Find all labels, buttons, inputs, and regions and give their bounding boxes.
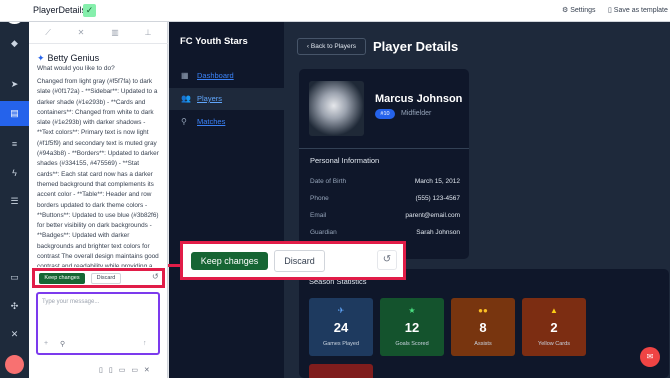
player-position: Midfielder [401,110,432,117]
grid-icon: ▦ [181,71,189,80]
file-icon[interactable]: ▤ [7,106,22,121]
team-icon: ●● [478,306,488,315]
stat-card-assists: ●● 8 Assists [451,298,515,356]
nav-label: Matches [197,117,226,126]
info-key: Date of Birth [310,178,347,185]
change-actions-callout: Keep changes Discard ↺ [180,241,406,280]
stat-label: Assists [474,341,492,347]
whistle-icon: ⚲ [181,117,187,126]
chat-tabs: ⟋ ✕ ▥ ⊥ [29,22,168,44]
add-icon[interactable]: + [44,340,48,347]
nav-matches[interactable]: ⚲ Matches [169,111,284,133]
stat-card-partial [309,364,373,378]
icon-rail: ▶ ◆ ➤ ▤ ≡ ϟ ☰ ▭ ✣ ✕ [0,0,29,378]
message-placeholder: Type your message... [42,299,100,305]
info-key: Email [310,212,327,219]
agent-name-label: Betty Genius [47,53,100,63]
page-name: PlayerDetails [33,5,87,15]
player-number-badge: #10 [375,109,395,119]
sparkle-icon: ✦ [37,53,45,63]
info-row: Phone (555) 123-4567 [310,195,460,207]
stat-label: Games Played [322,341,360,347]
stat-card-yellow: ▲ 2 Yellow Cards [522,298,586,356]
brand-title: FC Youth Stars [180,36,248,47]
agent-question: What would you like to do? [37,65,115,72]
star-icon: ★ [408,306,416,315]
info-row: Email parent@email.com [310,212,460,224]
keep-changes-button-zoomed[interactable]: Keep changes [191,252,268,270]
trash-icon[interactable]: ▥ [108,26,122,40]
back-to-players-button[interactable]: ‹ Back to Players [297,38,366,55]
info-value: (555) 123-4567 [415,195,460,202]
page-title: Player Details [373,39,459,54]
avatar[interactable] [5,355,24,374]
warning-icon: ▲ [550,306,558,315]
stat-value: 2 [550,320,558,335]
tools-tab-icon[interactable]: ✕ [74,26,88,40]
send-icon[interactable]: ↑ [143,340,147,347]
stat-card-games: ✈ 24 Games Played [309,298,373,356]
attach-icon[interactable]: ⚲ [60,340,65,348]
season-statistics: Season Statistics ✈ 24 Games Played ★ 12… [299,269,669,378]
stat-value: 8 [479,320,487,335]
app-sidebar: FC Youth Stars ▦ Dashboard 👥 Players ⚲ M… [169,22,284,378]
stat-value: 12 [404,320,420,335]
player-photo [309,81,364,136]
wand-icon[interactable]: ⟋ [41,26,55,40]
network-icon[interactable]: ✣ [7,299,22,314]
message-input[interactable]: Type your message... + ⚲ ↑ [36,292,160,355]
undo-icon[interactable]: ↺ [152,272,159,281]
chat-bubble-icon[interactable]: ✉ [640,347,660,367]
stat-card-goals: ★ 12 Goals Scored [380,298,444,356]
stat-label: Yellow Cards [538,341,570,347]
discard-button[interactable]: Discard [91,273,121,284]
personal-info-title: Personal Information [310,156,380,165]
check-icon: ✓ [83,4,96,17]
info-value: March 15, 2012 [414,178,460,185]
discard-button-zoomed[interactable]: Discard [274,250,325,272]
player-card: Marcus Johnson #10 Midfielder Personal I… [299,69,469,259]
pointer-icon[interactable]: ➤ [7,77,22,92]
stat-label: Goals Scored [395,341,429,347]
info-value: Sarah Johnson [416,229,460,236]
info-key: Phone [310,195,329,202]
nav-players[interactable]: 👥 Players [169,88,284,110]
stat-value: 24 [333,320,349,335]
agent-name: ✦ Betty Genius [37,53,99,64]
nav-dashboard[interactable]: ▦ Dashboard [169,65,284,87]
main-content: ‹ Back to Players Player Details Marcus … [284,22,670,378]
flask-icon[interactable]: ⊥ [141,26,155,40]
change-actions-highlight: Keep changes Discard ↺ [32,268,165,288]
info-row: Guardian Sarah Johnson [310,229,460,241]
info-value: parent@email.com [405,212,460,219]
chat-panel: ⟋ ✕ ▥ ⊥ ✦ Betty Genius What would you lik… [29,22,168,378]
keep-changes-button[interactable]: Keep changes [39,273,85,284]
storage-icon[interactable]: ▭ [7,270,22,285]
runner-icon: ✈ [337,306,345,315]
save-as-template-button[interactable]: ▯ Save as template [608,4,668,18]
nav-label: Players [197,94,223,103]
shield-icon[interactable]: ◆ [7,36,22,51]
bolt-icon[interactable]: ϟ [7,166,22,181]
database-icon[interactable]: ≡ [7,137,22,152]
nav-label: Dashboard [197,71,234,80]
top-bar: PlayerDetails ✓ ⚙ Settings ▯ Save as tem… [0,0,670,22]
settings-button[interactable]: ⚙ Settings [562,4,596,18]
info-key: Guardian [310,229,337,236]
users-icon: 👥 [181,94,191,103]
tools-icon[interactable]: ✕ [7,327,22,342]
undo-icon[interactable]: ↺ [377,250,397,270]
device-preview-icons[interactable]: ▯▯▭▭✕ [99,366,156,374]
player-name: Marcus Johnson [375,93,463,105]
chat-message: Changed from light gray (#f5f7fa) to dar… [37,78,159,267]
info-row: Date of Birth March 15, 2012 [310,178,460,190]
divider [299,148,469,149]
list-icon[interactable]: ☰ [7,194,22,209]
